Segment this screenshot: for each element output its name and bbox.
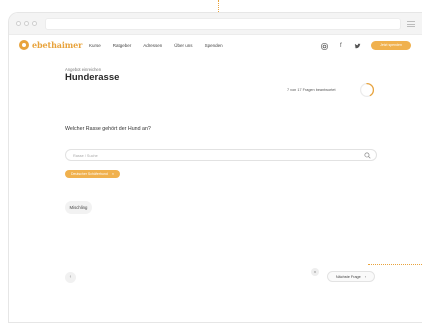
social-links: f [321, 41, 361, 51]
twitter-icon[interactable] [354, 43, 361, 50]
window-close-dot[interactable] [16, 21, 21, 26]
guide-line-right [368, 264, 422, 265]
nav-link-adressen[interactable]: Adressen [143, 43, 162, 48]
question-text: Welcher Rasse gehört der Hund an? [65, 126, 151, 132]
main-nav: Kurse Ratgeber Adressen Über uns Spenden [89, 43, 223, 48]
nav-link-ratgeber[interactable]: Ratgeber [113, 43, 132, 48]
instagram-icon[interactable] [321, 42, 328, 50]
next-question-button[interactable]: Nächste Frage › [327, 271, 375, 282]
window-maximize-dot[interactable] [32, 21, 37, 26]
breed-search [65, 149, 377, 161]
progress-text: 7 von 17 Fragen beantwortet [287, 88, 336, 92]
selected-breed-chip[interactable]: Deutscher Schäferhund × [65, 170, 121, 178]
logo-text: ebethaimer [32, 40, 83, 50]
hamburger-menu-icon[interactable] [407, 21, 415, 27]
next-question-label: Nächste Frage [335, 274, 361, 279]
back-button[interactable]: ‹ [65, 272, 76, 283]
nav-link-ueber-uns[interactable]: Über uns [174, 43, 192, 48]
page-title: Hunderasse [65, 72, 120, 83]
facebook-icon[interactable]: f [340, 41, 342, 51]
logo-mark-icon [19, 40, 29, 50]
progress-ring [359, 82, 375, 98]
search-icon[interactable] [364, 152, 371, 159]
breed-search-input[interactable] [73, 152, 353, 159]
skip-button[interactable]: x [311, 268, 319, 276]
nav-link-spenden[interactable]: Spenden [205, 43, 223, 48]
site-logo[interactable]: ebethaimer [19, 40, 82, 50]
selected-breed-label: Deutscher Schäferhund [71, 172, 108, 176]
address-bar[interactable] [45, 18, 401, 30]
arrow-right-icon: › [364, 274, 367, 279]
donate-button[interactable]: Jetzt spenden [371, 41, 411, 50]
window-minimize-dot[interactable] [24, 21, 29, 26]
guide-line-top [218, 0, 219, 12]
nav-link-kurse[interactable]: Kurse [89, 43, 101, 48]
option-mischling[interactable]: Mischling [65, 201, 92, 214]
browser-chrome [9, 13, 422, 35]
window-controls [16, 21, 37, 26]
site-header: ebethaimer Kurse Ratgeber Adressen Über … [9, 35, 422, 59]
browser-window: ebethaimer Kurse Ratgeber Adressen Über … [8, 12, 422, 323]
remove-chip-icon[interactable]: × [112, 170, 114, 178]
